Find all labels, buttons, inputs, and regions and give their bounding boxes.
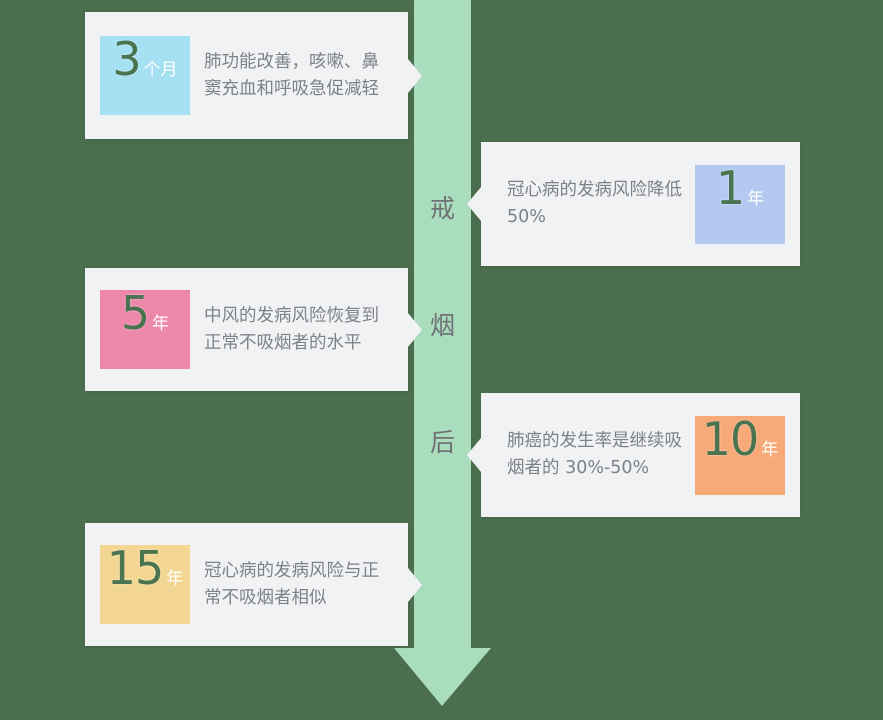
milestone-card-1-year[interactable]: 冠心病的发病风险降低 50% 1 年: [467, 142, 800, 266]
milestone-number-3-months: 3: [112, 32, 141, 86]
milestone-pointer-10-years: [467, 438, 481, 472]
milestone-pointer-1-year: [467, 187, 481, 221]
milestone-unit-3-months: 个月: [143, 60, 178, 80]
milestone-number-5-years: 5: [120, 286, 150, 340]
milestone-description-5-years: 中风的发病风险恢复到正常不吸烟者的水平: [204, 305, 379, 353]
milestone-description-10-years: 肺癌的发生率是继续吸烟者的 30%-50%: [507, 431, 682, 478]
milestone-number-10-years: 10: [701, 411, 760, 466]
milestone-card-15-years[interactable]: 15 年 冠心病的发病风险与正常不吸烟者相似: [85, 523, 422, 646]
milestone-pointer-5-years: [408, 312, 422, 347]
milestone-card-3-months[interactable]: 3 个月 肺功能改善，咳嗽、鼻窦充血和呼吸急促减轻: [85, 12, 422, 139]
milestone-number-1-year: 1: [715, 160, 745, 215]
milestone-swatch-15-years: 15 年: [100, 545, 190, 624]
milestone-swatch-5-years: 5 年: [100, 290, 190, 369]
milestone-number-15-years: 15: [106, 541, 165, 595]
milestone-card-5-years[interactable]: 5 年 中风的发病风险恢复到正常不吸烟者的水平: [85, 268, 422, 391]
milestone-pointer-3-months: [408, 58, 422, 93]
milestone-description-15-years: 冠心病的发病风险与正常不吸烟者相似: [204, 560, 379, 608]
timeline-arrow-head: [394, 648, 491, 706]
milestone-pointer-15-years: [408, 567, 422, 602]
milestone-unit-1-year: 年: [747, 188, 765, 209]
milestone-unit-10-years: 年: [761, 439, 779, 460]
milestone-swatch-3-months: 3 个月: [100, 36, 190, 115]
milestone-description-3-months: 肺功能改善，咳嗽、鼻窦充血和呼吸急促减轻: [204, 51, 379, 99]
milestone-swatch-10-years: 10 年: [695, 411, 785, 495]
infographic-stage: 戒 烟 后 3 个月 肺功能改善，咳嗽、鼻窦充血和呼吸急促减轻 冠心病的发病风险…: [0, 0, 883, 720]
timeline-arrow-stem: [414, 0, 471, 650]
milestone-description-1-year: 冠心病的发病风险降低 50%: [507, 180, 682, 227]
milestone-unit-15-years: 年: [166, 569, 184, 589]
milestone-swatch-1-year: 1 年: [695, 160, 785, 244]
milestone-card-10-years[interactable]: 肺癌的发生率是继续吸烟者的 30%-50% 10 年: [467, 393, 800, 517]
milestone-unit-5-years: 年: [152, 314, 170, 334]
